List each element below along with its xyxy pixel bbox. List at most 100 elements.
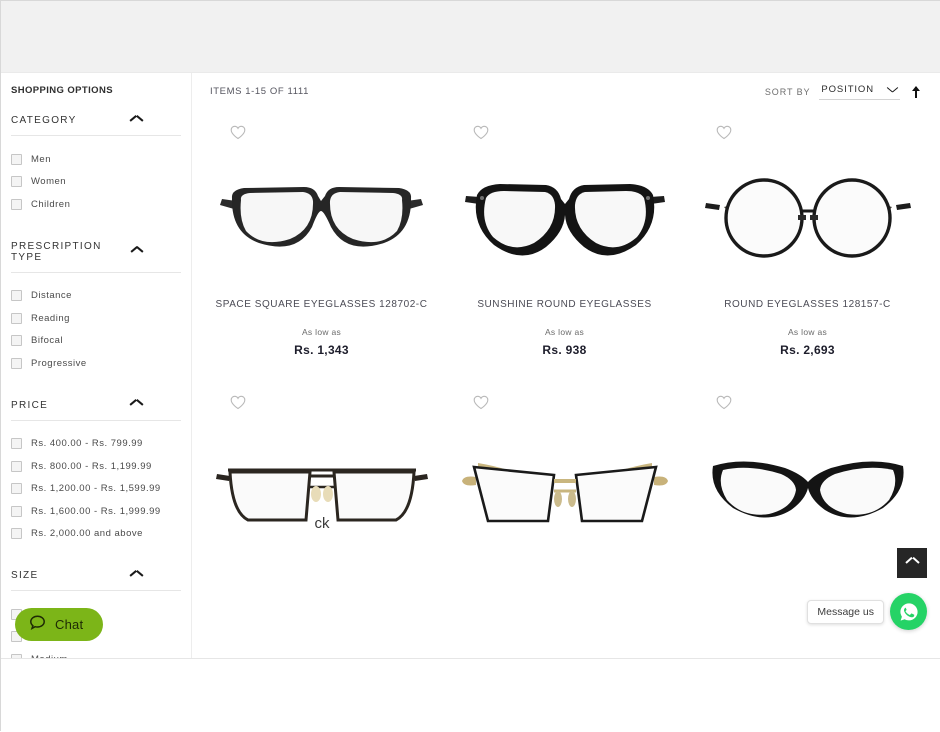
checkbox-icon[interactable] bbox=[11, 290, 22, 302]
shopping-options-sidebar: SHOPPING OPTIONS CATEGORY Men Women Chil… bbox=[1, 73, 191, 658]
sort-by-label: SORT BY bbox=[764, 86, 811, 97]
sort-select[interactable]: POSITION bbox=[819, 83, 900, 100]
sidebar-title: SHOPPING OPTIONS bbox=[11, 85, 113, 96]
product-item[interactable]: ck bbox=[200, 387, 443, 657]
filter-options-price: Rs. 400.00 - Rs. 799.99 Rs. 800.00 - Rs.… bbox=[11, 421, 181, 560]
product-image-round-acetate-black[interactable] bbox=[451, 123, 678, 298]
filter-option-price-5[interactable]: Rs. 2,000.00 and above bbox=[11, 523, 181, 546]
whatsapp-widget: Message us bbox=[807, 593, 927, 630]
checkbox-icon[interactable] bbox=[11, 483, 22, 495]
chevron-up-icon bbox=[130, 401, 143, 409]
scroll-to-top-button[interactable] bbox=[897, 548, 927, 578]
chevron-up-icon bbox=[906, 559, 919, 567]
chevron-up-icon bbox=[131, 248, 143, 256]
filter-option-bifocal[interactable]: Bifocal bbox=[11, 330, 181, 353]
whatsapp-tooltip: Message us bbox=[807, 599, 884, 624]
filter-group-category: CATEGORY Men Women Children bbox=[11, 106, 181, 230]
sort-direction-ascending-button[interactable] bbox=[909, 84, 923, 100]
filter-option-label: Reading bbox=[31, 312, 70, 324]
filter-option-label: Rs. 400.00 - Rs. 799.99 bbox=[31, 438, 143, 450]
checkbox-icon[interactable] bbox=[11, 505, 22, 517]
product-image-aviator-ck[interactable]: ck bbox=[208, 393, 435, 568]
wishlist-heart-icon[interactable] bbox=[716, 395, 732, 410]
filter-option-price-1[interactable]: Rs. 400.00 - Rs. 799.99 bbox=[11, 433, 181, 456]
chevron-down-icon bbox=[887, 86, 898, 93]
filter-option-label: Rs. 1,200.00 - Rs. 1,599.99 bbox=[31, 483, 161, 495]
filter-option-children[interactable]: Children bbox=[11, 193, 181, 216]
chat-bubble-icon bbox=[29, 614, 46, 636]
product-price: Rs. 1,343 bbox=[294, 343, 349, 357]
filter-label-prescription-type: PRESCRIPTION TYPE bbox=[11, 240, 102, 263]
filter-group-prescription-type: PRESCRIPTION TYPE Distance Reading Bifoc… bbox=[11, 232, 181, 389]
product-image-cateye-gold[interactable] bbox=[451, 393, 678, 568]
product-item[interactable] bbox=[443, 387, 686, 657]
items-count-label: ITEMS 1-15 OF 1111 bbox=[210, 86, 309, 97]
checkbox-icon[interactable] bbox=[11, 198, 22, 210]
filter-option-label: Progressive bbox=[31, 357, 87, 369]
checkbox-icon[interactable] bbox=[11, 312, 22, 324]
filter-label-size: SIZE bbox=[11, 570, 39, 581]
sort-selected-value: POSITION bbox=[821, 84, 874, 95]
filter-option-label: Children bbox=[31, 198, 71, 210]
page-viewport: SHOPPING OPTIONS CATEGORY Men Women Chil… bbox=[1, 73, 940, 658]
checkbox-icon[interactable] bbox=[11, 153, 22, 165]
product-image-round-wire-black[interactable] bbox=[694, 123, 921, 298]
filter-option-distance[interactable]: Distance bbox=[11, 285, 181, 308]
filter-label-price: PRICE bbox=[11, 399, 49, 411]
checkbox-icon[interactable] bbox=[11, 438, 22, 450]
checkbox-icon[interactable] bbox=[11, 460, 22, 472]
checkbox-icon[interactable] bbox=[11, 528, 22, 540]
product-toolbar: ITEMS 1-15 OF 1111 SORT BY POSITION bbox=[192, 73, 940, 113]
wishlist-heart-icon[interactable] bbox=[473, 395, 489, 410]
filter-option-label: Women bbox=[31, 176, 67, 188]
product-name[interactable]: SPACE SQUARE EYEGLASSES 128702-C bbox=[208, 298, 435, 312]
filter-option-price-4[interactable]: Rs. 1,600.00 - Rs. 1,999.99 bbox=[11, 500, 181, 523]
product-price: Rs. 938 bbox=[542, 343, 587, 357]
chat-label: Chat bbox=[55, 617, 84, 632]
checkbox-icon[interactable] bbox=[11, 357, 22, 369]
filter-group-price: PRICE Rs. 400.00 - Rs. 799.99 Rs. 800.00… bbox=[11, 391, 181, 560]
product-image-square-black[interactable] bbox=[208, 123, 435, 298]
filter-option-price-2[interactable]: Rs. 800.00 - Rs. 1,199.99 bbox=[11, 455, 181, 478]
filter-option-size-medium[interactable]: Medium bbox=[11, 648, 181, 658]
whatsapp-button[interactable] bbox=[890, 593, 927, 630]
filter-label-category: CATEGORY bbox=[11, 115, 77, 126]
product-price: Rs. 2,693 bbox=[780, 343, 835, 357]
product-name[interactable]: SUNSHINE ROUND EYEGLASSES bbox=[451, 298, 678, 312]
chevron-up-icon bbox=[130, 572, 143, 580]
filter-option-label: Rs. 2,000.00 and above bbox=[31, 528, 143, 540]
filter-option-women[interactable]: Women bbox=[11, 171, 181, 194]
product-item[interactable]: SPACE SQUARE EYEGLASSES 128702-C As low … bbox=[200, 117, 443, 387]
product-list-main: ITEMS 1-15 OF 1111 SORT BY POSITION SPAC… bbox=[191, 73, 940, 658]
filter-options-prescription-type: Distance Reading Bifocal Progressive bbox=[11, 273, 181, 389]
product-image-cateye-black[interactable] bbox=[694, 393, 921, 568]
chat-widget-button[interactable]: Chat bbox=[15, 608, 104, 641]
filter-option-men[interactable]: Men bbox=[11, 148, 181, 171]
filter-option-progressive[interactable]: Progressive bbox=[11, 352, 181, 375]
filter-option-label: Bifocal bbox=[31, 335, 64, 347]
wishlist-heart-icon[interactable] bbox=[473, 125, 489, 140]
filter-header-category[interactable]: CATEGORY bbox=[11, 106, 181, 136]
filter-option-price-3[interactable]: Rs. 1,200.00 - Rs. 1,599.99 bbox=[11, 478, 181, 501]
wishlist-heart-icon[interactable] bbox=[716, 125, 732, 140]
filter-header-prescription-type[interactable]: PRESCRIPTION TYPE bbox=[11, 232, 181, 273]
product-name[interactable]: ROUND EYEGLASSES 128157-C bbox=[694, 298, 921, 312]
product-grid: SPACE SQUARE EYEGLASSES 128702-C As low … bbox=[192, 113, 940, 657]
wishlist-heart-icon[interactable] bbox=[230, 395, 246, 410]
as-low-as-label: As low as bbox=[301, 327, 342, 337]
wishlist-heart-icon[interactable] bbox=[230, 125, 246, 140]
filter-option-label: Men bbox=[31, 153, 51, 165]
as-low-as-label: As low as bbox=[787, 327, 828, 337]
top-banner-strip bbox=[1, 1, 940, 73]
svg-text:ck: ck bbox=[314, 515, 330, 532]
product-item[interactable]: SUNSHINE ROUND EYEGLASSES As low as Rs. … bbox=[443, 117, 686, 387]
product-item[interactable]: ROUND EYEGLASSES 128157-C As low as Rs. … bbox=[686, 117, 929, 387]
checkbox-icon[interactable] bbox=[11, 335, 22, 347]
filter-header-size[interactable]: SIZE bbox=[11, 561, 181, 591]
filter-option-label: Rs. 800.00 - Rs. 1,199.99 bbox=[31, 460, 152, 472]
filter-header-price[interactable]: PRICE bbox=[11, 391, 181, 421]
page-footer-blank-area bbox=[1, 658, 940, 732]
chevron-up-icon bbox=[130, 117, 143, 125]
filter-option-reading[interactable]: Reading bbox=[11, 307, 181, 330]
checkbox-icon[interactable] bbox=[11, 176, 22, 188]
